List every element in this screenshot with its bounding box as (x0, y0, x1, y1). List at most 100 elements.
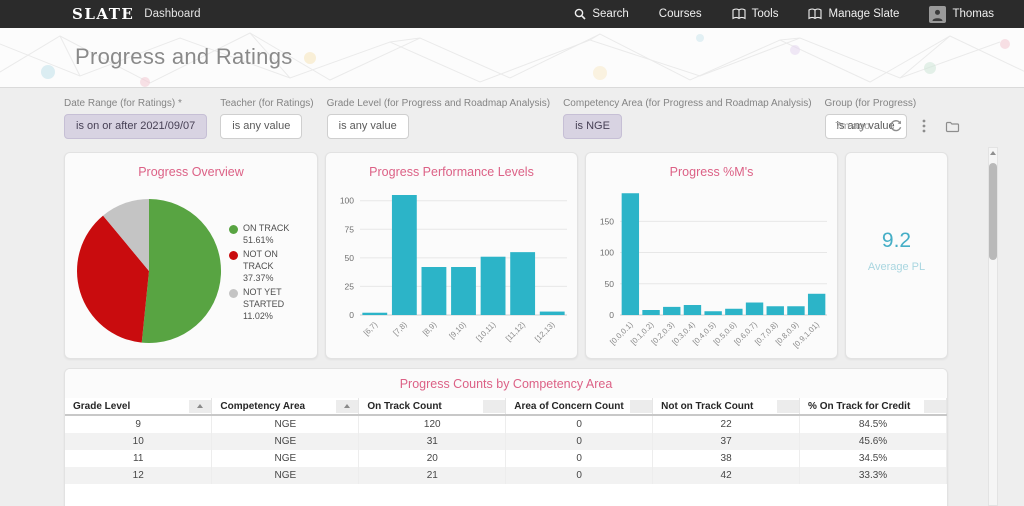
nav-tools[interactable]: Tools (732, 8, 778, 20)
app-name: Dashboard (144, 8, 201, 20)
table-cell: 12 (65, 467, 213, 484)
svg-text:[9,10): [9,10) (447, 320, 468, 341)
vertical-scrollbar[interactable] (988, 147, 998, 506)
card-progress-percent-m: Progress %M's 0 50 100 150 [0.0,0.1) [0.1,0.2… (585, 152, 838, 359)
svg-text:25: 25 (345, 281, 355, 291)
table-cell: 31 (358, 433, 507, 450)
legend-item[interactable]: ON TRACK 51.61% (229, 223, 305, 246)
table-cell: NGE (211, 415, 360, 433)
nav-user-label: Thomas (952, 8, 994, 20)
table-cell: 0 (505, 467, 654, 484)
card-average-pl: 9.2 Average PL (845, 152, 948, 359)
table-header-row: Grade Level Competency Area On Track Count… (65, 398, 947, 416)
svg-text:[11,12): [11,12) (504, 320, 527, 343)
table-row: 11 NGE 20 0 38 34.5% (65, 450, 947, 467)
svg-text:[8,9): [8,9) (421, 320, 439, 338)
table-cell: 34.5% (799, 450, 947, 467)
bar (745, 302, 764, 315)
pie-slice (141, 199, 222, 343)
filter-competency-area: Competency Area (for Progress and Roadma… (563, 98, 812, 139)
average-pl-value: 9.2 (881, 229, 912, 252)
bar (642, 310, 660, 315)
bar (766, 306, 784, 315)
dashboard-actions: 7m ago (835, 119, 960, 133)
svg-text:100: 100 (340, 196, 354, 206)
chart-title-progress-percent-m: Progress %M's (669, 165, 754, 179)
bar (787, 306, 805, 315)
table-cell: NGE (211, 433, 360, 450)
column-header-label: Not on Track Count (661, 400, 754, 412)
progress-overview-pie-chart (77, 199, 222, 343)
progress-percent-m-bar-chart: 050100150[0.0,0.1)[0.1,0.2)[0.2,0.3)[0.3… (600, 193, 827, 350)
slate-logo[interactable]: SLATE (72, 6, 134, 22)
column-header-label: Competency Area (220, 400, 306, 412)
filter-competency-area-value[interactable]: is NGE (563, 114, 622, 139)
table-cell: 37 (652, 433, 801, 450)
kebab-menu-icon[interactable] (922, 119, 926, 133)
bar (391, 195, 417, 315)
svg-text:[10,11): [10,11) (474, 320, 497, 343)
legend-item[interactable]: NOT YET STARTED 11.02% (229, 287, 305, 322)
filter-group-label: Group (for Progress) (824, 98, 917, 109)
nav-courses-label: Courses (658, 8, 702, 20)
nav-manage-slate[interactable]: Manage Slate (808, 8, 899, 20)
column-header-label: % On Track for Credit (808, 400, 911, 412)
table-cell: 33.3% (799, 467, 947, 484)
table-cell: NGE (211, 467, 360, 484)
scrollbar-thumb[interactable] (989, 163, 997, 260)
table-cell: 38 (652, 450, 801, 467)
svg-text:150: 150 (600, 216, 614, 226)
column-header[interactable]: On Track Count (358, 398, 507, 416)
nav-user-menu[interactable]: Thomas (929, 5, 994, 23)
bar (683, 305, 702, 315)
bar (663, 306, 681, 315)
filter-teacher: Teacher (for Ratings) is any value (220, 98, 314, 139)
sort-control[interactable] (336, 399, 359, 413)
single-value-tile: 9.2 Average PL (846, 229, 947, 273)
sort-control[interactable] (777, 399, 800, 413)
column-header[interactable]: % On Track for Credit (799, 398, 947, 416)
bar (704, 311, 722, 315)
nav-search-label: Search (592, 8, 629, 20)
nav-courses[interactable]: Courses (659, 8, 702, 20)
table-cell: 45.6% (799, 433, 947, 450)
charts-row: Progress Overview ON TRACK 51.61% NOT ON T… (64, 152, 948, 359)
bar (421, 267, 447, 315)
column-header[interactable]: Area of Concern Count (505, 398, 654, 416)
filter-date-range-value[interactable]: is on or after 2021/09/07 (64, 114, 208, 139)
pie-chart-area: ON TRACK 51.61% NOT ON TRACK 37.37% NOT YET … (65, 179, 317, 349)
sort-control[interactable] (483, 399, 506, 413)
column-header[interactable]: Not on Track Count (652, 398, 801, 416)
filter-teacher-value[interactable]: is any value (220, 114, 303, 139)
filter-competency-area-label: Competency Area (for Progress and Roadma… (563, 98, 812, 109)
column-header-label: Area of Concern Count (514, 400, 624, 412)
chart-title-progress-overview: Progress Overview (138, 165, 244, 179)
legend-item[interactable]: NOT ON TRACK 37.37% (229, 249, 305, 284)
folder-icon[interactable] (945, 120, 960, 133)
column-header-label: Grade Level (73, 400, 131, 412)
svg-text:50: 50 (605, 279, 615, 289)
filter-grade-level: Grade Level (for Progress and Roadmap An… (326, 98, 551, 139)
sort-control[interactable] (924, 399, 946, 413)
table-row: 10 NGE 31 0 37 45.6% (65, 433, 947, 450)
bar (362, 312, 388, 315)
card-progress-overview: Progress Overview ON TRACK 51.61% NOT ON T… (64, 152, 318, 359)
scrollbar-up-arrow[interactable] (989, 148, 997, 158)
page-title: Progress and Ratings (75, 44, 293, 69)
table-cell: 120 (358, 415, 507, 433)
column-header[interactable]: Competency Area (211, 398, 360, 416)
column-header[interactable]: Grade Level (65, 398, 213, 416)
sort-control[interactable] (189, 399, 212, 413)
user-avatar (929, 5, 947, 23)
refresh-icon[interactable] (889, 119, 903, 133)
table-cell: 84.5% (799, 415, 947, 433)
nav-search[interactable]: Search (574, 8, 629, 20)
bar (539, 311, 565, 315)
table-row: 9 NGE 120 0 22 84.5% (65, 415, 947, 433)
sort-control[interactable] (630, 399, 653, 413)
bar (510, 252, 536, 315)
svg-text:50: 50 (345, 253, 355, 263)
filter-grade-level-label: Grade Level (for Progress and Roadmap An… (326, 98, 551, 109)
nav-manage-slate-label: Manage Slate (828, 8, 900, 20)
filter-grade-level-value[interactable]: is any value (326, 114, 409, 139)
